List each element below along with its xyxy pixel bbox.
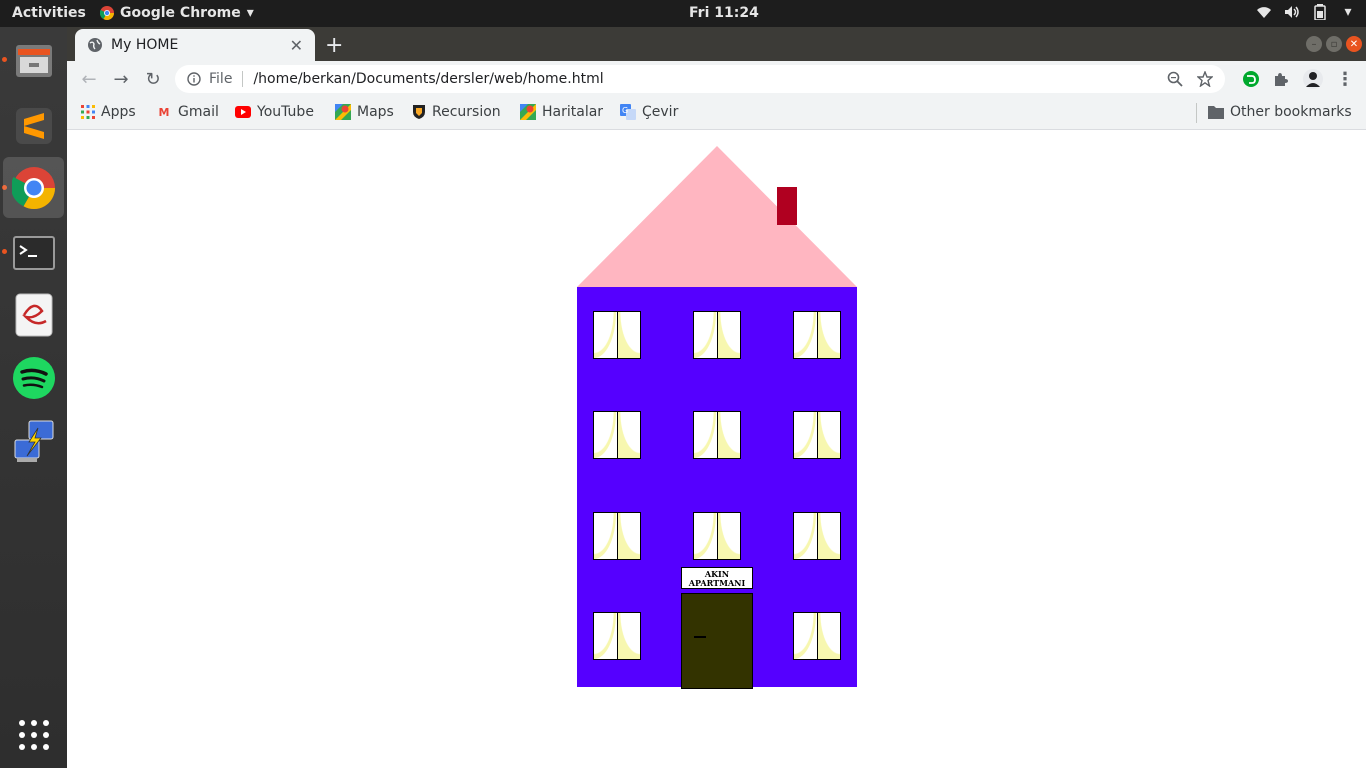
- house-window: [593, 612, 641, 660]
- bookmark-label: YouTube: [257, 104, 314, 120]
- new-tab-button[interactable]: +: [325, 33, 343, 58]
- bookmark-maps[interactable]: Maps: [335, 104, 394, 120]
- bookmark-recursion[interactable]: Recursion: [412, 104, 501, 120]
- bookmark-label: Apps: [101, 104, 136, 120]
- bookmark-label: Çevir: [642, 104, 679, 120]
- forward-arrow-icon[interactable]: →: [110, 68, 132, 90]
- tab-title: My HOME: [111, 37, 179, 53]
- zoom-icon[interactable]: [1167, 71, 1183, 87]
- scheme-label: File: [209, 71, 233, 87]
- apps-grid-icon: [81, 105, 95, 119]
- house-window: [693, 411, 741, 459]
- svg-text:G: G: [622, 106, 628, 115]
- volume-icon[interactable]: [1284, 4, 1300, 20]
- window-controls: – ▫ ✕: [1306, 36, 1362, 52]
- bookmark-label: Gmail: [178, 104, 219, 120]
- chrome-small-icon: [100, 6, 114, 20]
- wifi-icon[interactable]: [1256, 4, 1272, 20]
- app-menu-label: Google Chrome: [120, 5, 241, 21]
- house-chimney: [777, 187, 797, 225]
- folder-icon: [1208, 106, 1224, 119]
- bookmark-cevir[interactable]: G Çevir: [620, 104, 678, 120]
- house-door: [681, 593, 753, 689]
- apartment-sign: AKIN APARTMANI: [681, 567, 753, 589]
- system-tray[interactable]: ▾: [1256, 4, 1356, 20]
- document-viewer-icon[interactable]: [3, 284, 64, 345]
- bookmark-label: Haritalar: [542, 104, 604, 120]
- tab-my-home[interactable]: My HOME ✕: [75, 29, 315, 61]
- avatar[interactable]: [1302, 68, 1324, 90]
- close-tab-icon[interactable]: ✕: [290, 36, 303, 55]
- house-window: [793, 311, 841, 359]
- house-building: AKIN APARTMANI: [577, 287, 857, 689]
- url-text[interactable]: /home/berkan/Documents/dersler/web/home.…: [253, 71, 603, 87]
- door-handle: [694, 636, 706, 638]
- activities-button[interactable]: Activities: [12, 5, 86, 21]
- youtube-icon: [235, 106, 251, 118]
- house-window: [793, 512, 841, 560]
- bookmark-label: Recursion: [432, 104, 501, 120]
- bookmark-label: Maps: [357, 104, 394, 120]
- maps-icon: [520, 104, 536, 120]
- bookmark-haritalar[interactable]: Haritalar: [520, 104, 603, 120]
- info-icon[interactable]: [187, 72, 201, 86]
- bookmark-gmail[interactable]: M Gmail: [156, 104, 219, 120]
- show-applications-icon[interactable]: [3, 704, 64, 765]
- files-icon[interactable]: [3, 30, 64, 91]
- bookmark-apps[interactable]: Apps: [81, 104, 136, 120]
- back-arrow-icon[interactable]: ←: [78, 68, 100, 90]
- house-window: [593, 311, 641, 359]
- house-window: [693, 311, 741, 359]
- divider: [1196, 103, 1197, 123]
- close-window-icon[interactable]: ✕: [1346, 36, 1362, 52]
- battery-icon[interactable]: [1312, 4, 1328, 20]
- chevron-down-icon: ▾: [246, 5, 254, 21]
- system-top-bar: Activities Google Chrome ▾ Fri 11:24 ▾: [0, 0, 1366, 27]
- chrome-icon[interactable]: [3, 157, 64, 218]
- puzzle-icon[interactable]: [1272, 70, 1290, 88]
- sublime-text-icon[interactable]: [3, 95, 64, 156]
- bookmark-star-icon[interactable]: [1197, 71, 1213, 87]
- sign-line: APARTMANI: [688, 578, 746, 588]
- minimize-icon[interactable]: –: [1306, 36, 1322, 52]
- maximize-icon[interactable]: ▫: [1326, 36, 1342, 52]
- recursion-icon: [413, 105, 425, 119]
- evernote-icon[interactable]: [1242, 70, 1260, 88]
- spotify-icon[interactable]: [3, 347, 64, 408]
- house-window: [793, 411, 841, 459]
- other-bookmarks[interactable]: Other bookmarks: [1208, 104, 1352, 120]
- bookmarks-bar: Apps M Gmail YouTube Maps Recursion Hari…: [67, 97, 1366, 130]
- clock[interactable]: Fri 11:24: [689, 5, 759, 21]
- browser-toolbar: ← → ↻ File /home/berkan/Documents/dersle…: [67, 61, 1366, 97]
- house-window: [593, 512, 641, 560]
- other-bookmarks-label: Other bookmarks: [1230, 104, 1352, 120]
- tab-strip: My HOME ✕ + – ▫ ✕: [67, 27, 1366, 61]
- network-tool-icon[interactable]: [3, 410, 64, 471]
- house-window: [593, 411, 641, 459]
- address-bar[interactable]: File /home/berkan/Documents/dersler/web/…: [175, 65, 1225, 93]
- globe-icon: [88, 38, 102, 52]
- house-window: [693, 512, 741, 560]
- house-roof: [577, 146, 857, 287]
- translate-icon: G: [620, 104, 636, 120]
- page-viewport: AKIN APARTMANI: [67, 131, 1366, 768]
- gmail-icon: M: [158, 105, 170, 119]
- omnibox-actions: [1167, 71, 1213, 87]
- terminal-icon[interactable]: [3, 222, 64, 283]
- extensions-area: ⋮: [1242, 68, 1354, 90]
- divider: [242, 71, 244, 87]
- reload-icon[interactable]: ↻: [142, 68, 164, 90]
- chevron-down-icon[interactable]: ▾: [1340, 4, 1356, 20]
- maps-icon: [335, 104, 351, 120]
- chrome-window: My HOME ✕ + – ▫ ✕ ← → ↻ File /home/berka…: [67, 27, 1366, 768]
- dock: [0, 27, 67, 768]
- more-menu-icon[interactable]: ⋮: [1336, 69, 1354, 90]
- bookmark-youtube[interactable]: YouTube: [235, 104, 314, 120]
- app-menu[interactable]: Google Chrome ▾: [100, 5, 254, 21]
- house-window: [793, 612, 841, 660]
